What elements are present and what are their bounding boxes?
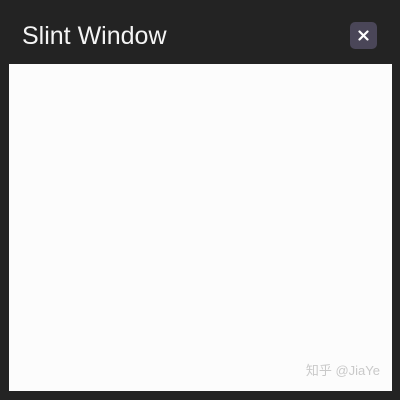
title-bar[interactable]: Slint Window (0, 0, 400, 64)
app-window: Slint Window 知乎 @JiaYe (0, 0, 400, 400)
content-area: 知乎 @JiaYe (9, 64, 392, 391)
close-icon (358, 30, 369, 41)
window-title: Slint Window (22, 22, 167, 50)
watermark: 知乎 @JiaYe (305, 363, 380, 378)
close-button[interactable] (350, 22, 377, 49)
